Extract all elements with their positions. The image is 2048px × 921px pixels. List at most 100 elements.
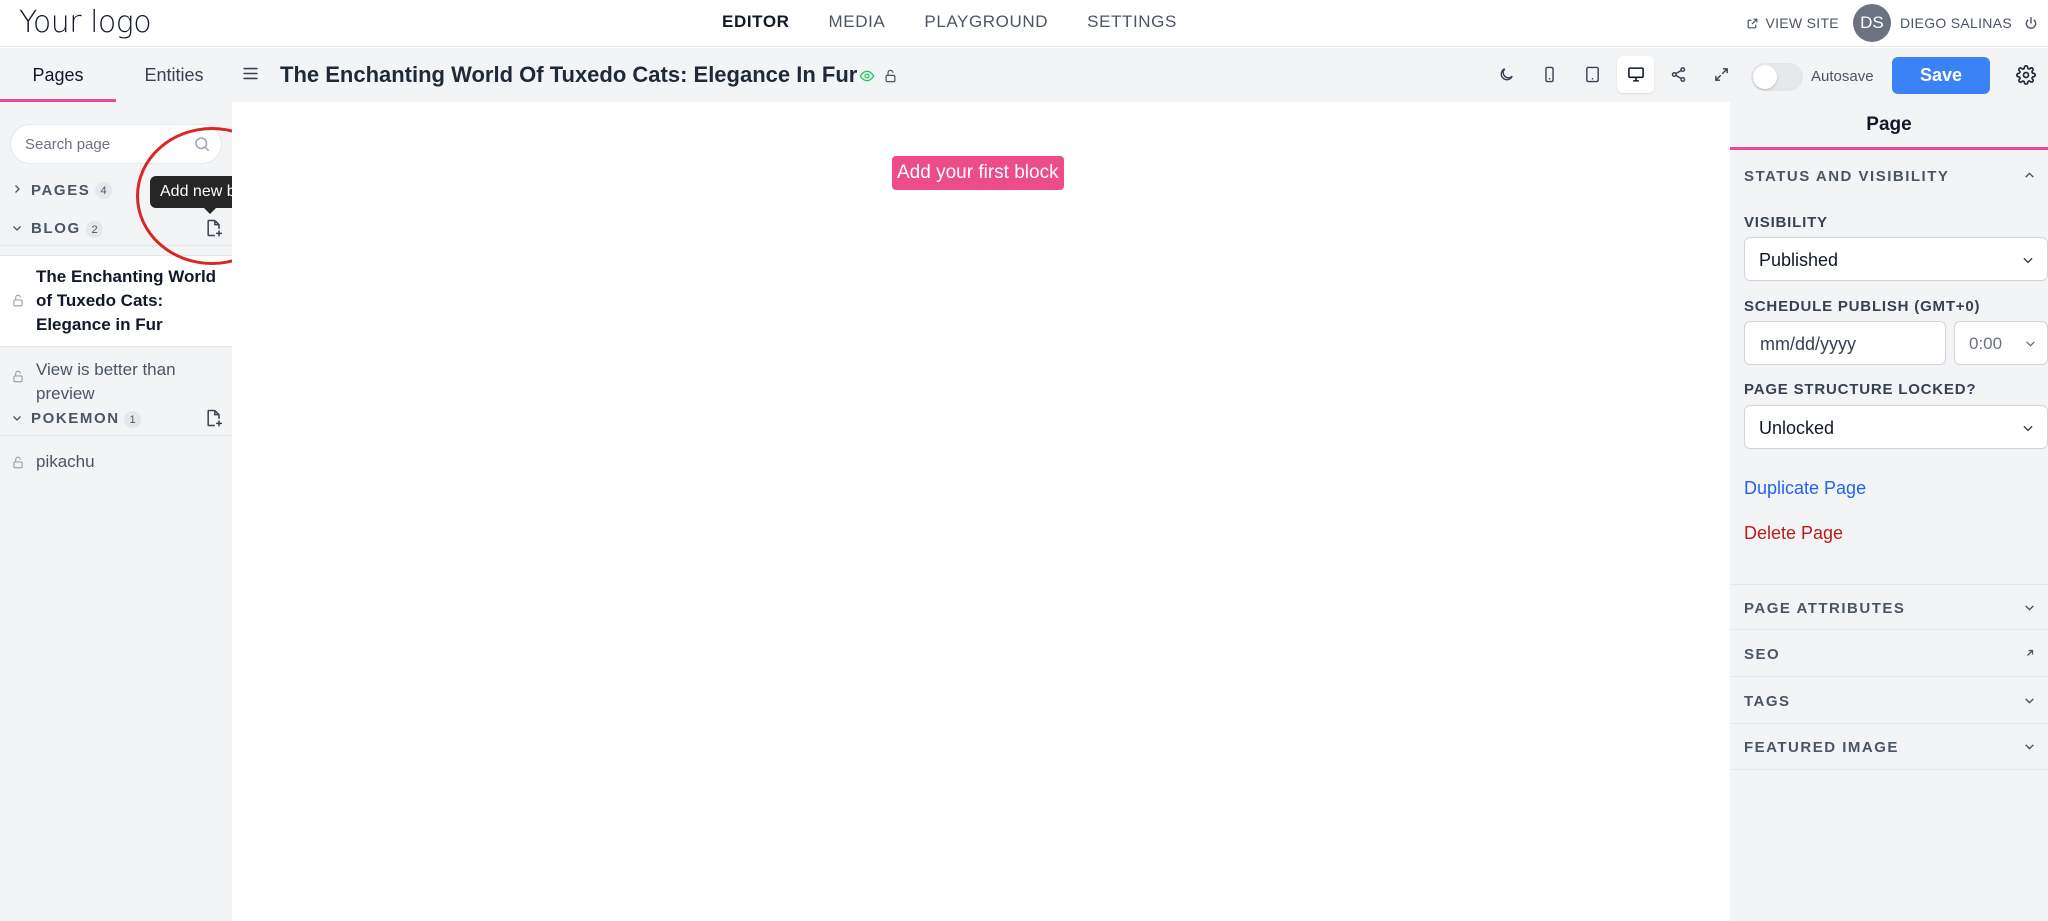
nav-settings[interactable]: SETTINGS: [1087, 12, 1177, 32]
count-badge: 2: [86, 221, 103, 238]
item-title: View is better than preview: [36, 360, 176, 403]
add-first-block-button[interactable]: Add your first block: [892, 156, 1064, 190]
unlock-icon[interactable]: [883, 68, 898, 84]
user-bar: VIEW SITE DS DIEGO SALINAS: [1746, 4, 2038, 42]
list-item[interactable]: The Enchanting World of Tuxedo Cats: Ele…: [0, 255, 232, 347]
device-toolbar: [1488, 56, 1740, 93]
hamburger-menu-icon[interactable]: [242, 66, 259, 81]
autosave-label: Autosave: [1811, 68, 1874, 85]
featured-image-section[interactable]: FEATURED IMAGE: [1730, 724, 2048, 770]
chevron-down-icon: [11, 412, 23, 424]
chevron-down-icon: [2024, 337, 2037, 350]
share-button[interactable]: [1660, 56, 1697, 93]
section-pokemon[interactable]: POKEMON 1: [0, 402, 232, 436]
tags-section[interactable]: TAGS: [1730, 678, 2048, 724]
structure-locked-label: PAGE STRUCTURE LOCKED?: [1744, 381, 1977, 398]
section-label: SEO: [1744, 646, 1781, 663]
add-blog-icon[interactable]: [204, 218, 224, 238]
unlock-icon[interactable]: [11, 369, 25, 384]
section-label: FEATURED IMAGE: [1744, 739, 1899, 756]
chevron-down-icon: [2021, 253, 2035, 267]
save-button[interactable]: Save: [1892, 57, 1990, 94]
section-label: BLOG: [31, 220, 81, 237]
editor-canvas[interactable]: Add your first block: [232, 102, 1730, 921]
count-badge: 1: [124, 411, 141, 428]
schedule-date-input[interactable]: mm/dd/yyyy: [1744, 321, 1946, 365]
editor-toolbar: The Enchanting World Of Tuxedo Cats: Ele…: [232, 48, 2048, 102]
add-pokemon-icon[interactable]: [204, 408, 224, 428]
mobile-view-button[interactable]: [1531, 56, 1568, 93]
dark-mode-button[interactable]: [1488, 56, 1525, 93]
seo-section[interactable]: SEO: [1730, 631, 2048, 677]
section-label: STATUS AND VISIBILITY: [1744, 168, 1950, 185]
section-label: POKEMON: [31, 410, 120, 427]
top-navbar: Your logo EDITOR MEDIA PLAYGROUND SETTIN…: [0, 0, 2048, 47]
time-value: 0:00: [1969, 334, 2003, 353]
title-icons: [859, 68, 898, 84]
user-name[interactable]: DIEGO SALINAS: [1900, 15, 2012, 31]
external-link-icon: [1746, 17, 1759, 30]
count-badge: 4: [95, 182, 112, 199]
tablet-icon: [1584, 66, 1601, 83]
nav-editor[interactable]: EDITOR: [722, 12, 790, 32]
visibility-select[interactable]: Published: [1744, 237, 2048, 281]
share-icon: [1670, 66, 1687, 83]
toggle-knob: [1753, 65, 1777, 89]
page-title: The Enchanting World Of Tuxedo Cats: Ele…: [280, 62, 858, 87]
desktop-view-button[interactable]: [1617, 56, 1654, 93]
date-placeholder: mm/dd/yyyy: [1760, 334, 1857, 354]
schedule-label: SCHEDULE PUBLISH (GMT+0): [1744, 298, 1981, 315]
search-icon: [193, 135, 211, 153]
chevron-down-icon: [2023, 601, 2036, 614]
sidebar-tabs: Pages Entities: [0, 48, 232, 102]
chevron-right-icon: [11, 183, 23, 195]
chevron-down-icon: [2023, 740, 2036, 753]
unlock-icon[interactable]: [11, 293, 25, 308]
unlock-icon[interactable]: [11, 455, 25, 470]
section-blog[interactable]: BLOG 2: [0, 212, 232, 246]
locked-value: Unlocked: [1759, 418, 1835, 438]
delete-page-link[interactable]: Delete Page: [1744, 523, 1843, 544]
search-input[interactable]: Search page: [10, 124, 222, 164]
main-nav: EDITOR MEDIA PLAYGROUND SETTINGS: [722, 12, 1177, 32]
nav-playground[interactable]: PLAYGROUND: [924, 12, 1048, 32]
chevron-up-icon: [2023, 169, 2036, 182]
desktop-icon: [1627, 66, 1645, 83]
section-label: PAGE ATTRIBUTES: [1744, 600, 1906, 617]
chevron-down-icon: [2021, 421, 2035, 435]
mobile-icon: [1541, 66, 1558, 83]
eye-icon[interactable]: [859, 68, 875, 84]
search-placeholder: Search page: [25, 136, 111, 153]
structure-locked-select[interactable]: Unlocked: [1744, 405, 2048, 449]
fullscreen-button[interactable]: [1703, 56, 1740, 93]
tablet-view-button[interactable]: [1574, 56, 1611, 93]
list-item[interactable]: pikachu: [0, 446, 232, 480]
duplicate-page-link[interactable]: Duplicate Page: [1744, 478, 1866, 499]
page-attributes-section[interactable]: PAGE ATTRIBUTES: [1730, 584, 2048, 630]
tab-pages[interactable]: Pages: [0, 48, 116, 102]
chevron-down-icon: [2023, 694, 2036, 707]
moon-icon: [1498, 66, 1515, 83]
gear-icon[interactable]: [2016, 65, 2036, 85]
section-label: PAGES: [31, 181, 91, 199]
visibility-value: Published: [1759, 250, 1839, 270]
autosave-toggle[interactable]: [1751, 63, 1803, 91]
arrow-up-right-icon: [2024, 647, 2036, 659]
tab-entities[interactable]: Entities: [116, 48, 232, 102]
power-icon[interactable]: [2024, 16, 2038, 30]
status-visibility-section[interactable]: STATUS AND VISIBILITY: [1730, 153, 2048, 199]
chevron-down-icon: [11, 222, 23, 234]
item-title: The Enchanting World of Tuxedo Cats: Ele…: [36, 267, 217, 334]
site-logo[interactable]: Your logo: [19, 5, 152, 40]
panel-title: Page: [1730, 102, 2048, 150]
section-label: TAGS: [1744, 693, 1791, 710]
expand-icon: [1713, 66, 1730, 83]
view-site-link[interactable]: VIEW SITE: [1746, 15, 1839, 31]
visibility-label: VISIBILITY: [1744, 214, 1828, 231]
page-settings-panel: Page STATUS AND VISIBILITY VISIBILITY Pu…: [1730, 102, 2048, 921]
avatar[interactable]: DS: [1852, 4, 1891, 42]
view-site-label: VIEW SITE: [1765, 15, 1839, 31]
schedule-time-select[interactable]: 0:00: [1954, 321, 2048, 365]
nav-media[interactable]: MEDIA: [829, 12, 886, 32]
item-title: pikachu: [36, 452, 95, 471]
